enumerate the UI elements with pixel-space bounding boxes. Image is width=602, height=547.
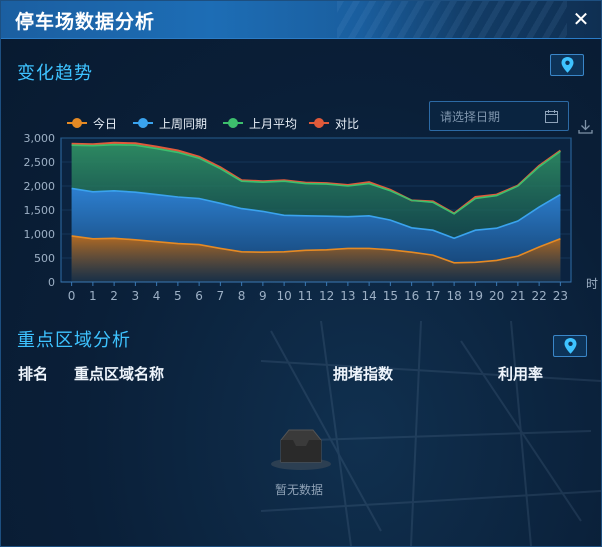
empty-inbox-icon: [271, 429, 331, 470]
x-tick-label: 17: [425, 289, 440, 303]
date-input[interactable]: [438, 107, 542, 127]
trend-locate-button[interactable]: [550, 54, 584, 76]
date-picker[interactable]: [429, 101, 569, 131]
y-tick-label: 500: [34, 252, 55, 265]
y-tick-label: 2,000: [24, 180, 56, 193]
x-tick-label: 3: [132, 289, 140, 303]
x-tick-label: 0: [68, 289, 76, 303]
region-section-title: 重点区域分析: [17, 330, 131, 351]
x-tick-label: 20: [489, 289, 504, 303]
x-tick-label: 5: [174, 289, 182, 303]
map-pin-icon: [561, 57, 574, 73]
x-tick-label: 15: [383, 289, 398, 303]
x-tick-label: 13: [340, 289, 355, 303]
legend-label: 对比: [335, 117, 360, 131]
x-tick-label: 14: [361, 289, 376, 303]
title-bar: 停车场数据分析 ✕: [1, 1, 601, 39]
parking-analysis-window: 停车场数据分析 ✕ 变化趋势 今日 上周同期 上月平均 对比 请选择日期 0 5…: [0, 0, 602, 547]
y-tick-label: 2,500: [24, 156, 56, 169]
legend-label: 上月平均: [249, 117, 298, 131]
column-header-rank[interactable]: 排名: [18, 363, 48, 384]
x-tick-label: 11: [298, 289, 313, 303]
y-tick-label: 1,000: [24, 228, 56, 241]
column-header-congestion[interactable]: 拥堵指数: [333, 363, 393, 384]
x-tick-label: 22: [531, 289, 546, 303]
x-unit-label: 时: [586, 277, 598, 291]
x-tick-label: 7: [217, 289, 225, 303]
column-header-utilization[interactable]: 利用率: [498, 363, 543, 384]
column-header-region-name[interactable]: 重点区域名称: [74, 363, 164, 384]
x-tick-label: 19: [468, 289, 483, 303]
trend-section-title: 变化趋势: [17, 63, 93, 84]
legend-label: 今日: [93, 117, 118, 131]
x-tick-label: 1: [89, 289, 97, 303]
x-tick-label: 4: [153, 289, 161, 303]
x-tick-label: 12: [319, 289, 334, 303]
x-tick-label: 18: [446, 289, 461, 303]
map-pin-icon: [564, 338, 577, 354]
x-tick-label: 2: [110, 289, 118, 303]
x-tick-label: 9: [259, 289, 267, 303]
x-tick-label: 6: [195, 289, 203, 303]
x-tick-label: 21: [510, 289, 525, 303]
x-tick-label: 16: [404, 289, 419, 303]
y-tick-label: 1,500: [24, 204, 56, 217]
title-decoration: [337, 1, 567, 38]
x-tick-label: 8: [238, 289, 246, 303]
trend-chart: 05001,0001,5002,0002,5003,000 0123456789…: [24, 132, 599, 303]
empty-state-text: 暂无数据: [275, 483, 324, 497]
region-locate-button[interactable]: [553, 335, 587, 357]
y-tick-label: 3,000: [24, 132, 56, 145]
calendar-icon: [545, 110, 558, 123]
window-title: 停车场数据分析: [15, 11, 156, 33]
y-tick-label: 0: [48, 276, 55, 289]
legend-label: 上周同期: [159, 117, 208, 131]
x-tick-label: 10: [276, 289, 291, 303]
close-button[interactable]: ✕: [571, 9, 591, 29]
x-tick-label: 23: [553, 289, 568, 303]
